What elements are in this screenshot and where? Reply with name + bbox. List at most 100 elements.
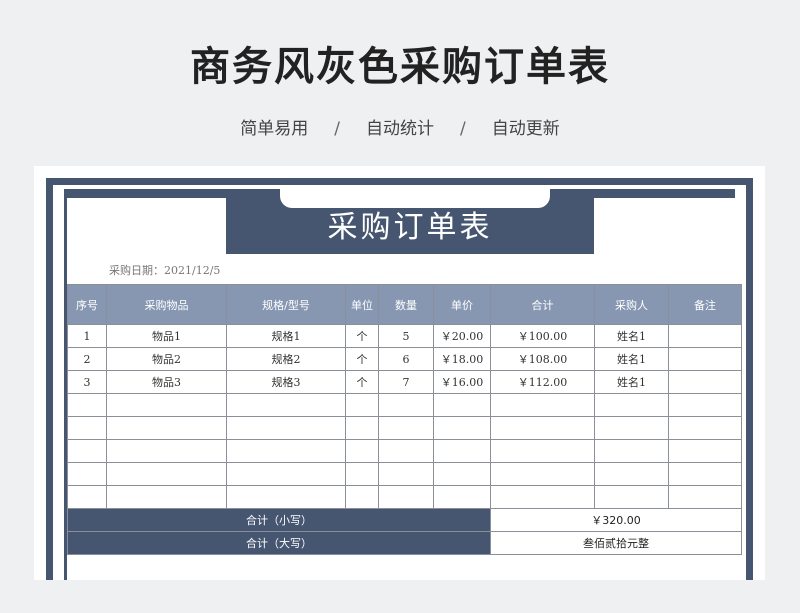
table-cell[interactable]	[345, 416, 379, 440]
table-cell[interactable]	[226, 393, 346, 417]
table-cell[interactable]	[668, 439, 742, 463]
feature-tags: 简单易用 / 自动统计 / 自动更新	[0, 114, 800, 139]
column-header: 采购人	[594, 284, 669, 325]
table-cell[interactable]	[345, 485, 379, 509]
table-cell[interactable]	[106, 416, 227, 440]
column-header: 合计	[490, 284, 595, 325]
table-cell[interactable]	[433, 485, 491, 509]
table-cell[interactable]: 姓名1	[594, 347, 669, 371]
table-cell[interactable]	[433, 393, 491, 417]
table-cell[interactable]	[345, 462, 379, 486]
table-cell[interactable]: 个	[345, 324, 379, 348]
table-cell[interactable]: ￥100.00	[490, 324, 595, 348]
table-cell[interactable]: 姓名1	[594, 324, 669, 348]
table-cell[interactable]	[226, 462, 346, 486]
total-lowercase-label: 合计（小写）	[67, 508, 491, 532]
table-cell[interactable]	[67, 416, 107, 440]
table-cell[interactable]	[345, 393, 379, 417]
table-cell[interactable]	[433, 416, 491, 440]
tag-easy: 简单易用	[240, 119, 309, 139]
table-cell[interactable]	[106, 393, 227, 417]
tag-separator: /	[460, 119, 466, 139]
table-cell[interactable]: 1	[67, 324, 107, 348]
total-uppercase-value[interactable]: 叁佰贰拾元整	[490, 531, 742, 555]
table-body: 1 物品1 规格1 个 5 ￥20.00 ￥100.00 姓名1 2 物品2 规格2 个 6 ￥18.00…	[67, 324, 742, 509]
table-cell[interactable]	[226, 485, 346, 509]
order-date: 采购日期：2021/12/5	[109, 264, 221, 277]
column-header: 单位	[345, 284, 379, 325]
tag-auto-stat: 自动统计	[366, 119, 434, 139]
table-row	[67, 439, 742, 463]
table-cell[interactable]: 个	[345, 347, 379, 371]
table-cell[interactable]: 规格3	[226, 370, 346, 394]
table-cell[interactable]	[433, 439, 491, 463]
column-header: 采购物品	[106, 284, 227, 325]
frame-gap: 采购订单表 采购日期：2021/12/5 序号 采购物品 规格/型号 单位 数量…	[53, 185, 746, 580]
table-cell[interactable]: 规格2	[226, 347, 346, 371]
table-row: 1 物品1 规格1 个 5 ￥20.00 ￥100.00 姓名1	[67, 324, 742, 348]
table-cell[interactable]	[378, 416, 434, 440]
table-cell[interactable]: 姓名1	[594, 370, 669, 394]
table-cell[interactable]: 物品3	[106, 370, 227, 394]
table-cell[interactable]: 个	[345, 370, 379, 394]
table-cell[interactable]: 物品1	[106, 324, 227, 348]
table-cell[interactable]	[594, 485, 669, 509]
table-cell[interactable]	[106, 462, 227, 486]
table-cell[interactable]	[668, 347, 742, 371]
table-cell[interactable]	[594, 439, 669, 463]
table-cell[interactable]	[67, 485, 107, 509]
tag-auto-update: 自动更新	[491, 119, 560, 139]
table-cell[interactable]	[668, 324, 742, 348]
form-content: 采购订单表 采购日期：2021/12/5 序号 采购物品 规格/型号 单位 数量…	[67, 186, 742, 580]
table-cell[interactable]: 2	[67, 347, 107, 371]
total-uppercase-row: 合计（大写） 叁佰贰拾元整	[67, 531, 742, 555]
table-cell[interactable]	[594, 416, 669, 440]
table-cell[interactable]	[668, 462, 742, 486]
table-cell[interactable]	[490, 393, 595, 417]
table-cell[interactable]	[345, 439, 379, 463]
table-cell[interactable]	[668, 393, 742, 417]
column-header: 序号	[67, 284, 107, 325]
table-cell[interactable]: ￥20.00	[433, 324, 491, 348]
table-cell[interactable]	[378, 393, 434, 417]
table-cell[interactable]	[490, 416, 595, 440]
table-cell[interactable]	[378, 462, 434, 486]
table-row: 2 物品2 规格2 个 6 ￥18.00 ￥108.00 姓名1	[67, 347, 742, 371]
table-cell[interactable]: 规格1	[226, 324, 346, 348]
table-cell[interactable]: 5	[378, 324, 434, 348]
table-cell[interactable]: 6	[378, 347, 434, 371]
total-lowercase-value[interactable]: ￥320.00	[490, 508, 742, 532]
table-cell[interactable]	[594, 393, 669, 417]
table-cell[interactable]	[490, 462, 595, 486]
table-cell[interactable]	[106, 485, 227, 509]
table-cell[interactable]: ￥16.00	[433, 370, 491, 394]
table-cell[interactable]	[378, 485, 434, 509]
table-cell[interactable]	[433, 462, 491, 486]
table-cell[interactable]	[226, 439, 346, 463]
table-cell[interactable]	[668, 370, 742, 394]
table-cell[interactable]	[106, 439, 227, 463]
table-cell[interactable]	[67, 439, 107, 463]
table-cell[interactable]: 7	[378, 370, 434, 394]
table-cell[interactable]	[67, 393, 107, 417]
table-header-row: 序号 采购物品 规格/型号 单位 数量 单价 合计 采购人 备注	[67, 284, 742, 325]
table-cell[interactable]	[668, 416, 742, 440]
table-cell[interactable]: 3	[67, 370, 107, 394]
table-cell[interactable]	[490, 485, 595, 509]
table-cell[interactable]	[226, 416, 346, 440]
table-cell[interactable]: ￥108.00	[490, 347, 595, 371]
table-cell[interactable]	[594, 462, 669, 486]
table-cell[interactable]: ￥18.00	[433, 347, 491, 371]
table-cell[interactable]	[67, 462, 107, 486]
column-header: 单价	[433, 284, 491, 325]
table-cell[interactable]	[668, 485, 742, 509]
table-cell[interactable]	[378, 439, 434, 463]
outer-frame: 采购订单表 采购日期：2021/12/5 序号 采购物品 规格/型号 单位 数量…	[46, 178, 753, 580]
tag-separator: /	[334, 119, 340, 139]
total-uppercase-label: 合计（大写）	[67, 531, 491, 555]
table-cell[interactable]: ￥112.00	[490, 370, 595, 394]
table-row	[67, 393, 742, 417]
spreadsheet-preview: 采购订单表 采购日期：2021/12/5 序号 采购物品 规格/型号 单位 数量…	[34, 166, 765, 580]
table-cell[interactable]: 物品2	[106, 347, 227, 371]
table-cell[interactable]	[490, 439, 595, 463]
